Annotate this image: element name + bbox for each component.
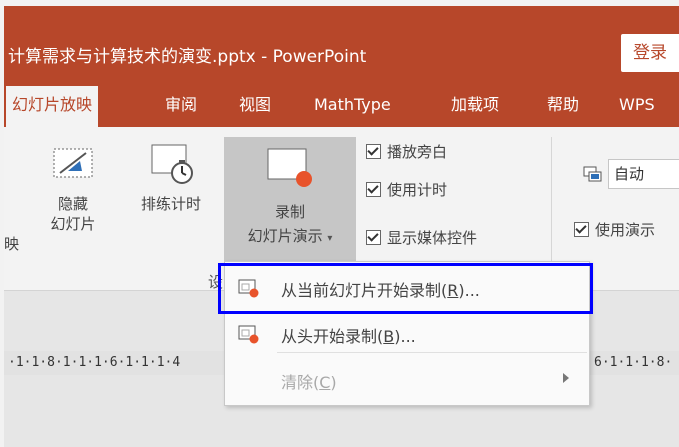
ribbon-cut-label: 映: [4, 235, 20, 253]
group-separator: [551, 137, 552, 262]
hide-slide-line1: 隐藏: [57, 195, 88, 213]
login-button[interactable]: 登录: [621, 34, 679, 72]
checkbox-label: 播放旁白: [387, 143, 448, 161]
window-title: 计算需求与计算技术的演变.pptx - PowerPoint: [8, 47, 367, 67]
rehearse-timings-label: 排练计时: [140, 195, 201, 213]
tab-mathtype[interactable]: MathType: [314, 86, 391, 127]
stopwatch-icon: [151, 144, 193, 184]
tab-slideshow[interactable]: 幻灯片放映: [6, 86, 99, 127]
menu-item-record-from-beginning[interactable]: 从头开始录制(B)...: [225, 314, 589, 354]
checkbox-presenter-view[interactable]: 使用演示: [574, 219, 655, 240]
highlight-annotation-box: [218, 263, 593, 314]
record-label-line2: 幻灯片演示 ▾: [224, 227, 356, 248]
tab-view[interactable]: 视图: [239, 86, 271, 127]
submenu-arrow-icon: [563, 373, 569, 383]
menu-item-accelerator: B: [383, 327, 395, 346]
menu-item-label-text: 清除(: [281, 373, 320, 392]
checkbox-icon: [366, 182, 381, 197]
menu-item-label-suffix: ): [330, 373, 337, 392]
ruler-left-ticks: ·1·1·8·1·1·1·6·1·1·1·4: [8, 355, 181, 370]
monitor-select[interactable]: 自动: [608, 159, 679, 189]
checkbox-label: 显示媒体控件: [387, 229, 478, 247]
tab-help[interactable]: 帮助: [547, 86, 579, 127]
record-slideshow-button[interactable]: 录制 幻灯片演示 ▾: [224, 137, 356, 261]
record-from-beginning-icon: [238, 325, 259, 344]
ribbon-tabs: 幻灯片放映 审阅 视图 MathType 加载项 帮助 WPS: [4, 86, 679, 127]
tab-wps[interactable]: WPS: [619, 86, 655, 127]
hide-slide-button[interactable]: 隐藏 幻灯片: [38, 137, 108, 257]
checkbox-icon: [574, 222, 589, 237]
record-label-line1: 录制: [274, 203, 305, 221]
checkbox-label: 使用计时: [387, 181, 448, 199]
title-bar: 计算需求与计算技术的演变.pptx - PowerPoint 登录: [4, 6, 679, 86]
checkbox-use-timings[interactable]: 使用计时: [366, 179, 447, 200]
checkbox-play-narrations[interactable]: 播放旁白: [366, 141, 447, 162]
checkbox-icon: [366, 144, 381, 159]
hide-slide-line2: 幻灯片: [50, 215, 96, 233]
checkbox-show-media-controls[interactable]: 显示媒体控件: [366, 227, 477, 248]
menu-item-accelerator: C: [319, 373, 331, 392]
checkbox-icon: [366, 230, 381, 245]
monitor-icon: [583, 166, 602, 182]
menu-item-clear[interactable]: 清除(C): [225, 360, 589, 400]
menu-separator: [277, 352, 587, 353]
tab-addins[interactable]: 加载项: [451, 86, 499, 127]
menu-item-label-text: 从头开始录制(: [281, 327, 384, 346]
menu-item-label: 清除(C): [281, 369, 337, 393]
ruler-right-ticks: 6·1·1·1·8·: [594, 355, 673, 370]
record-icon: [267, 148, 312, 187]
record-label-line2-text: 幻灯片演示: [247, 227, 323, 245]
chevron-down-icon: ▾: [327, 233, 333, 244]
checkbox-label: 使用演示: [595, 221, 656, 239]
menu-item-label: 从头开始录制(B)...: [281, 323, 416, 347]
menu-item-label-suffix: )...: [394, 327, 416, 346]
tab-review[interactable]: 审阅: [165, 86, 197, 127]
hide-slide-icon: [53, 148, 93, 178]
rehearse-timings-button[interactable]: 排练计时: [126, 137, 216, 257]
